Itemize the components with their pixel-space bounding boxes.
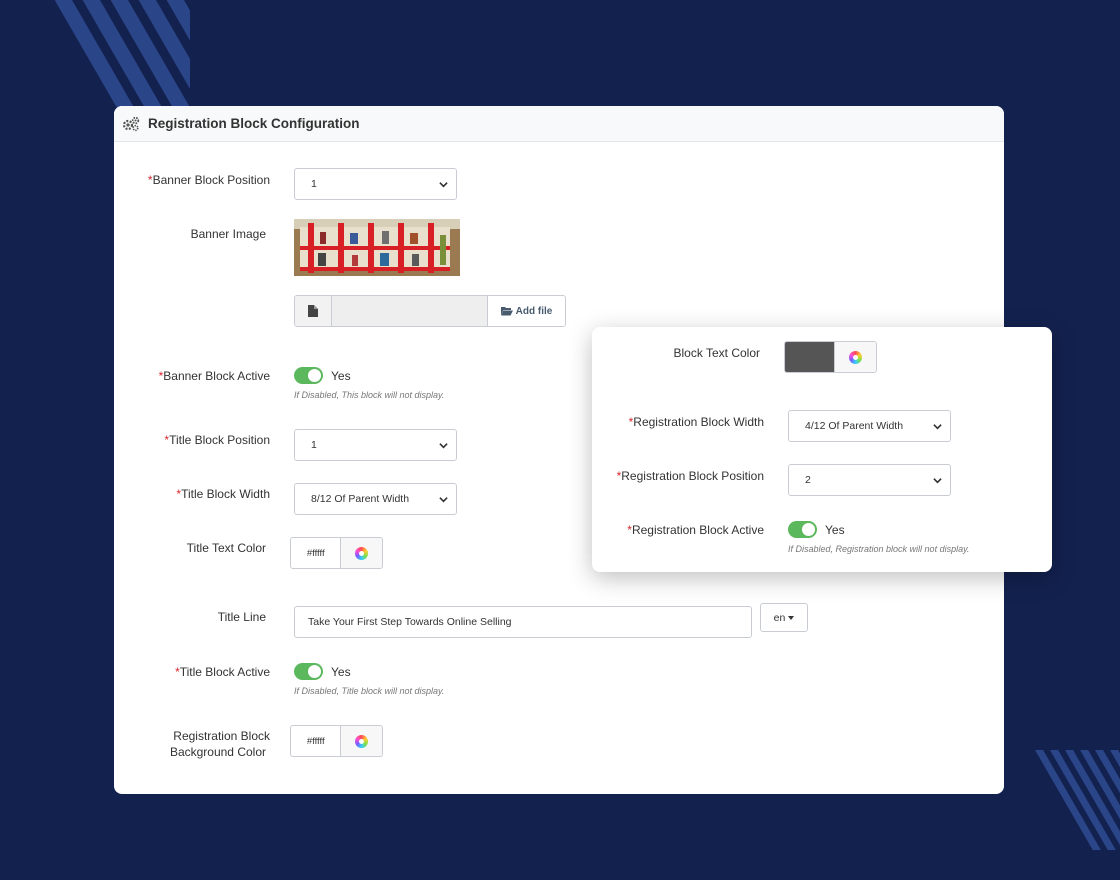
banner-block-active-help: If Disabled, This block will not display…	[294, 390, 445, 400]
title-block-active-label: *Title Block Active	[114, 664, 270, 680]
select-value: 2	[805, 474, 811, 486]
title-text-color-picker[interactable]: #fffff	[290, 537, 383, 569]
registration-bg-color-picker[interactable]: #fffff	[290, 725, 383, 757]
color-picker-button[interactable]	[834, 342, 876, 372]
registration-bg-color-label: Registration Block Background Color	[114, 728, 270, 760]
title-block-active-toggle[interactable]: Yes	[294, 663, 351, 680]
file-path-field[interactable]	[332, 296, 487, 326]
card-title: Registration Block Configuration	[148, 116, 360, 131]
banner-image-label: Banner Image	[190, 227, 266, 241]
language-code: en	[773, 611, 786, 624]
color-wheel-icon	[355, 734, 369, 748]
banner-file-upload: Add file	[294, 295, 566, 327]
color-picker-button[interactable]	[340, 726, 382, 756]
title-block-width-select[interactable]: 8/12 Of Parent Width	[294, 483, 457, 515]
chevron-down-icon	[933, 478, 942, 484]
label-text: Title Block Active	[179, 665, 270, 679]
color-swatch[interactable]	[785, 342, 834, 372]
file-icon	[295, 296, 332, 326]
select-value: 1	[311, 439, 317, 451]
color-wheel-icon	[355, 546, 369, 560]
caret-down-icon	[788, 615, 795, 620]
title-block-active-help: If Disabled, Title block will not displa…	[294, 686, 445, 696]
label-line-1: Registration Block	[173, 729, 270, 743]
registration-block-position-label: *Registration Block Position	[592, 468, 764, 484]
banner-block-active-label: *Banner Block Active	[114, 368, 270, 384]
decorative-stripes-bottom-right	[1020, 750, 1120, 850]
toggle-label: Yes	[825, 522, 845, 537]
color-value[interactable]: #fffff	[291, 538, 340, 568]
label-text: Registration Block Position	[621, 469, 764, 483]
title-text-color-label: Title Text Color	[186, 541, 266, 555]
toggle-switch[interactable]	[294, 663, 323, 680]
registration-block-active-label: *Registration Block Active	[592, 522, 764, 538]
chevron-down-icon	[439, 443, 448, 449]
label-text: Banner Block Active	[163, 369, 270, 383]
language-dropdown-button[interactable]: en	[760, 603, 808, 632]
toggle-label: Yes	[331, 368, 351, 383]
block-text-color-label: Block Text Color	[673, 346, 760, 360]
label-text: Registration Block Active	[631, 523, 764, 537]
label-line-2: Background Color	[169, 745, 266, 759]
label-text: Registration Block Width	[633, 415, 764, 429]
label-text: Title Block Width	[181, 487, 270, 501]
title-line-input[interactable]: Take Your First Step Towards Online Sell…	[294, 606, 752, 638]
select-value: 1	[311, 178, 317, 190]
toggle-switch[interactable]	[788, 521, 817, 538]
chevron-down-icon	[439, 182, 448, 188]
select-value: 8/12 Of Parent Width	[311, 493, 410, 505]
toggle-switch[interactable]	[294, 367, 323, 384]
registration-block-active-toggle[interactable]: Yes	[788, 521, 845, 538]
registration-block-position-select[interactable]: 2	[788, 464, 951, 496]
folder-open-icon	[500, 307, 513, 316]
banner-block-position-select[interactable]: 1	[294, 168, 457, 200]
banner-block-active-toggle[interactable]: Yes	[294, 367, 351, 384]
chevron-down-icon	[933, 424, 942, 430]
gears-icon	[122, 116, 140, 132]
add-file-label: Add file	[515, 305, 553, 317]
registration-block-width-label: *Registration Block Width	[592, 414, 764, 430]
chevron-down-icon	[439, 497, 448, 503]
registration-block-width-select[interactable]: 4/12 Of Parent Width	[788, 410, 951, 442]
title-block-position-label: *Title Block Position	[114, 432, 270, 448]
title-line-label: Title Line	[217, 610, 266, 624]
banner-image	[294, 219, 460, 276]
title-block-width-label: *Title Block Width	[114, 486, 270, 502]
block-text-color-picker[interactable]	[784, 341, 877, 373]
registration-settings-panel: Block Text Color *Registration Block Wid…	[592, 327, 1052, 572]
toggle-label: Yes	[331, 664, 351, 679]
label-text: Banner Block Position	[152, 173, 270, 187]
label-text: Title Block Position	[169, 433, 270, 447]
title-block-position-select[interactable]: 1	[294, 429, 457, 461]
banner-block-position-label: *Banner Block Position	[114, 172, 270, 188]
color-wheel-icon	[849, 350, 862, 364]
registration-block-active-help: If Disabled, Registration block will not…	[788, 544, 970, 554]
select-value: 4/12 Of Parent Width	[805, 420, 904, 432]
add-file-button[interactable]: Add file	[487, 296, 565, 326]
card-header: Registration Block Configuration	[114, 106, 1004, 142]
color-value[interactable]: #fffff	[291, 726, 340, 756]
color-picker-button[interactable]	[340, 538, 382, 568]
